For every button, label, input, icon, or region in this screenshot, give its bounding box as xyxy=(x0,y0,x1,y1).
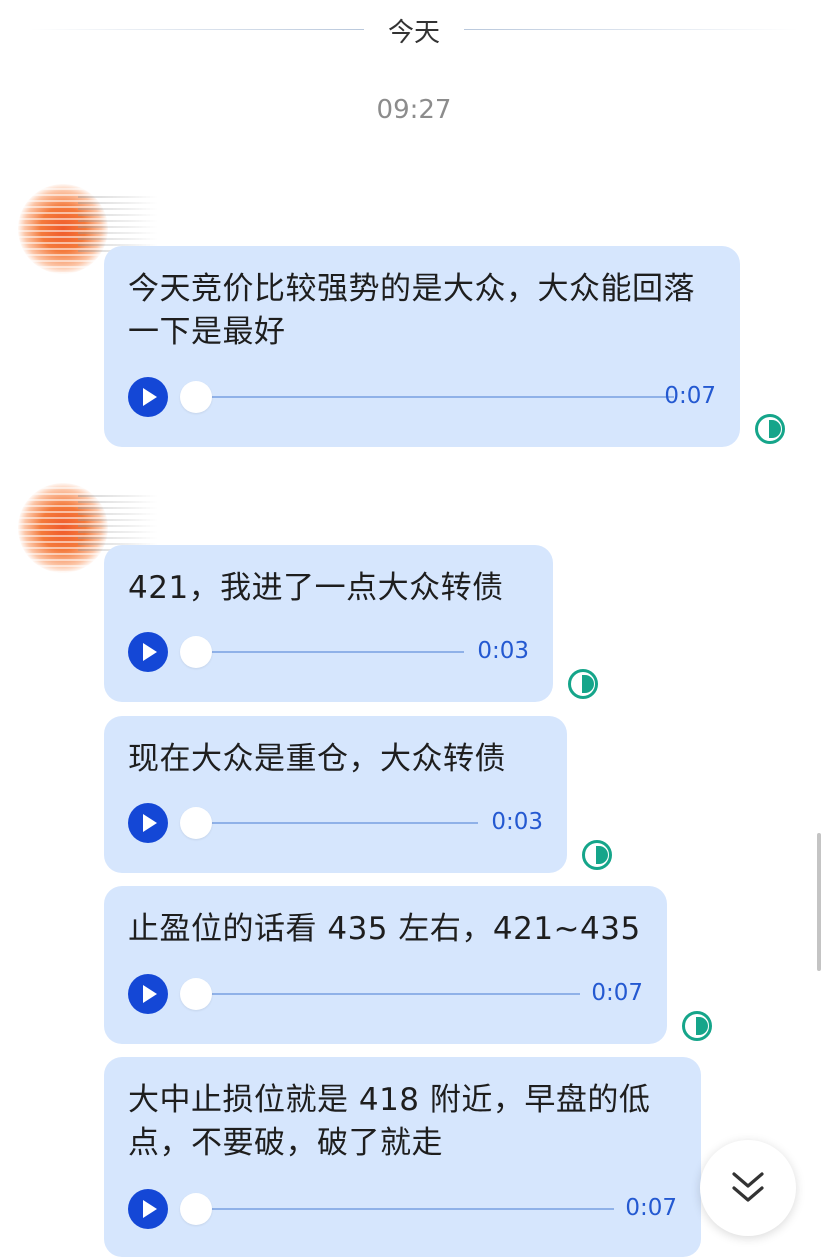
audio-duration: 0:07 xyxy=(625,1195,677,1221)
voice-message-bubble[interactable]: 今天竞价比较强势的是大众，大众能回落一下是最好 0:07 xyxy=(104,246,740,447)
date-divider-right xyxy=(464,29,798,30)
audio-player: 0:07 xyxy=(128,1189,677,1229)
audio-progress-track[interactable] xyxy=(190,651,464,653)
read-status-icon xyxy=(582,840,612,870)
play-icon[interactable] xyxy=(128,974,168,1014)
audio-duration: 0:03 xyxy=(477,638,529,664)
scroll-to-bottom-button[interactable] xyxy=(700,1140,796,1236)
date-divider-left xyxy=(30,29,364,30)
transcript-text: 421，我进了一点大众转债 xyxy=(128,570,504,606)
voice-message-bubble[interactable]: 止盈位的话看 435 左右，421~435 0:07 xyxy=(104,886,667,1044)
transcript-text: 大中止损位就是 418 附近，早盘的低点，不要破，破了就走 xyxy=(128,1082,651,1161)
date-label: 今天 xyxy=(387,18,440,48)
play-icon[interactable] xyxy=(128,803,168,843)
transcript-text: 今天竞价比较强势的是大众，大众能回落一下是最好 xyxy=(128,271,695,350)
audio-progress-knob[interactable] xyxy=(180,636,212,668)
avatar-decoration xyxy=(78,196,158,252)
audio-progress-track[interactable] xyxy=(190,993,580,995)
play-icon[interactable] xyxy=(128,632,168,672)
play-icon[interactable] xyxy=(128,377,168,417)
read-status-icon xyxy=(755,414,785,444)
audio-progress-track[interactable] xyxy=(190,396,674,398)
audio-progress-knob[interactable] xyxy=(180,807,212,839)
read-status-icon xyxy=(568,669,598,699)
read-status-icon xyxy=(682,1011,712,1041)
voice-message-bubble[interactable]: 现在大众是重仓，大众转债 0:03 xyxy=(104,716,567,873)
voice-message-bubble[interactable]: 421，我进了一点大众转债 0:03 xyxy=(104,545,553,702)
transcript-text: 止盈位的话看 435 左右，421~435 xyxy=(128,911,641,947)
audio-progress-track[interactable] xyxy=(190,1208,614,1210)
audio-duration: 0:07 xyxy=(664,383,716,409)
audio-player: 0:03 xyxy=(128,632,529,672)
transcript-text: 现在大众是重仓，大众转债 xyxy=(128,741,506,777)
play-icon[interactable] xyxy=(128,1189,168,1229)
audio-duration: 0:07 xyxy=(591,980,643,1006)
audio-progress-knob[interactable] xyxy=(180,978,212,1010)
audio-player: 0:07 xyxy=(128,974,643,1014)
chevron-double-down-icon xyxy=(732,1172,764,1202)
audio-progress-knob[interactable] xyxy=(180,1193,212,1225)
audio-player: 0:07 xyxy=(128,377,716,417)
scrollbar[interactable] xyxy=(817,833,821,971)
audio-progress-knob[interactable] xyxy=(180,381,212,413)
audio-progress-track[interactable] xyxy=(190,822,478,824)
timestamp: 09:27 xyxy=(376,95,452,125)
voice-message-bubble[interactable]: 大中止损位就是 418 附近，早盘的低点，不要破，破了就走 0:07 xyxy=(104,1057,701,1257)
avatar-decoration xyxy=(78,495,158,551)
audio-duration: 0:03 xyxy=(491,809,543,835)
audio-player: 0:03 xyxy=(128,803,543,843)
